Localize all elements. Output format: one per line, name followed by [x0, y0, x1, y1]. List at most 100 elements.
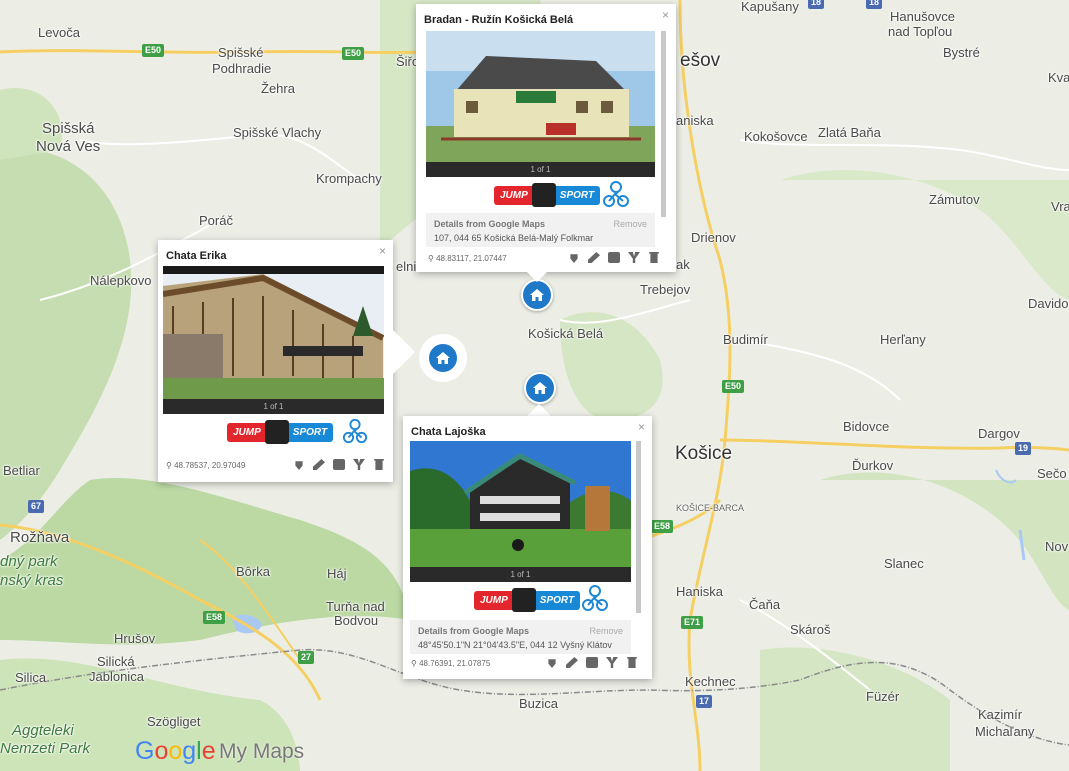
place-label: Hanušovce	[890, 9, 956, 24]
popup-photo[interactable]: 1 of 1	[426, 31, 655, 177]
address: 48°45'50.1"N 21°04'43.5"E, 044 12 Vyšný …	[418, 640, 612, 650]
place-label: Turňa nad	[326, 599, 385, 614]
place-label: Drienov	[691, 230, 736, 245]
place-label: Kapušany	[741, 0, 799, 14]
place-label: Háj	[327, 566, 347, 581]
style-icon[interactable]	[548, 659, 556, 668]
building-photo	[426, 31, 655, 162]
place-label: Jablonica	[89, 669, 144, 684]
place-label: Košická Belá	[528, 326, 604, 341]
place-label: Betliar	[3, 463, 40, 478]
place-label: Skároš	[790, 622, 831, 637]
scrollbar[interactable]	[661, 31, 666, 217]
details-header: Details from Google Maps	[418, 626, 530, 636]
place-label: Vra	[1051, 199, 1069, 214]
photo-counter: 1 of 1	[410, 567, 631, 582]
camera-icon[interactable]	[608, 252, 620, 263]
place-label: Čaňa	[749, 597, 781, 612]
place-label: Žehra	[261, 81, 295, 96]
remove-link[interactable]: Remove	[589, 626, 623, 636]
popup-bradan: Bradan - Ružín Košická Belá × 1 of 1 JUM…	[416, 4, 676, 272]
place-label: Budimír	[723, 332, 768, 347]
place-label: Sečo	[1037, 466, 1067, 481]
my-maps-label: My Maps	[219, 740, 305, 763]
jumpsport-logo: JUMP SPORT	[227, 420, 334, 444]
delete-icon[interactable]	[374, 459, 384, 470]
place-label: Bodvou	[334, 613, 379, 628]
place-label: Bystré	[943, 45, 980, 60]
google-details: Details from Google Maps Remove 48°45'50…	[410, 620, 631, 654]
camera-icon[interactable]	[586, 657, 598, 668]
bike-icon	[342, 418, 368, 444]
building-photo	[163, 266, 384, 399]
popup-toolbar	[568, 252, 660, 263]
place-label: Herľany	[880, 332, 926, 347]
marker-chata-lajoska[interactable]	[524, 372, 556, 404]
road-shield: E58	[203, 611, 226, 624]
road-shield: E50	[342, 47, 365, 60]
close-icon[interactable]: ×	[379, 244, 386, 258]
delete-icon[interactable]	[649, 252, 659, 263]
place-label: Aggteleki	[12, 722, 74, 739]
popup-tail	[527, 404, 551, 416]
jumpsport-logo: JUMP SPORT	[474, 588, 581, 612]
edit-icon[interactable]	[566, 657, 578, 668]
place-label: nský kras	[0, 572, 64, 589]
place-label: Haniska	[676, 584, 723, 599]
edit-icon[interactable]	[588, 252, 600, 263]
road-shield: 67	[28, 500, 45, 513]
place-label: Nálepkovo	[90, 273, 152, 288]
popup-photo[interactable]: 1 of 1	[163, 266, 384, 414]
place-label: Dargov	[978, 426, 1020, 441]
place-label: ak	[676, 257, 690, 272]
marker-bradan[interactable]	[521, 279, 553, 311]
place-label: Spišské	[218, 45, 264, 60]
coordinates: ⚲ 48.78537, 20.97049	[166, 461, 246, 470]
marker-chata-erika[interactable]	[427, 342, 459, 374]
place-label: Kokošovce	[744, 129, 808, 144]
edit-icon[interactable]	[313, 459, 325, 470]
place-label: Rožňava	[10, 529, 70, 546]
place-label: Trebejov	[640, 282, 691, 297]
address: 107, 044 65 Košická Belá-Malý Folkmar	[434, 233, 594, 243]
close-icon[interactable]: ×	[638, 420, 645, 434]
popup-title: Chata Erika	[166, 250, 227, 262]
scrollbar[interactable]	[636, 441, 641, 613]
place-label: ešov	[680, 50, 721, 71]
popup-photo[interactable]: 1 of 1	[410, 441, 631, 582]
place-label: Füzér	[866, 689, 900, 704]
directions-icon[interactable]	[606, 657, 618, 668]
place-label: Davido	[1028, 296, 1069, 311]
style-icon[interactable]	[295, 461, 303, 470]
place-label: Slanec	[884, 556, 924, 571]
place-label: Podhradie	[212, 61, 272, 76]
popup-title: Chata Lajoška	[411, 426, 486, 438]
style-icon[interactable]	[570, 254, 578, 263]
road-shield: E50	[722, 380, 745, 393]
delete-icon[interactable]	[627, 657, 637, 668]
directions-icon[interactable]	[353, 459, 365, 470]
camera-icon[interactable]	[333, 459, 345, 470]
photo-counter: 1 of 1	[426, 162, 655, 177]
place-label: Kazimír	[978, 707, 1023, 722]
popup-toolbar	[293, 459, 385, 470]
google-details: Details from Google Maps Remove 107, 044…	[426, 213, 655, 247]
popup-title: Bradan - Ružín Košická Belá	[424, 14, 574, 26]
road-shield: E58	[651, 520, 674, 533]
place-label: elni	[396, 259, 417, 274]
place-label: Kechnec	[685, 674, 736, 689]
bike-icon	[582, 585, 608, 611]
remove-link[interactable]: Remove	[613, 219, 647, 229]
details-header: Details from Google Maps	[434, 219, 546, 229]
place-label: Buzica	[519, 696, 559, 711]
building-photo	[410, 441, 631, 567]
bike-icon	[603, 181, 629, 207]
road-shield: E50	[142, 44, 165, 57]
coordinates: ⚲ 48.83117, 21.07447	[428, 254, 507, 263]
close-icon[interactable]: ×	[662, 8, 669, 22]
place-label: nad Topľou	[888, 24, 953, 39]
place-label: Poráč	[199, 213, 233, 228]
place-label: Hrušov	[114, 631, 156, 646]
directions-icon[interactable]	[628, 252, 640, 263]
road-shield: E71	[681, 616, 704, 629]
